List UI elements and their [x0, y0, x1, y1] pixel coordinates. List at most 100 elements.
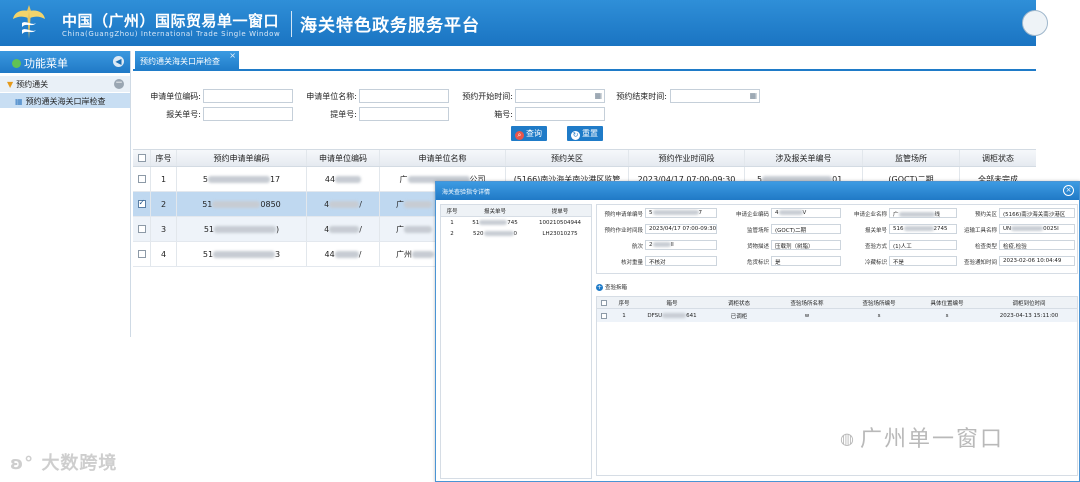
menu-group-booking[interactable]: ▼ 预约通关 −	[0, 76, 130, 92]
decl-value: 516 2745	[889, 224, 957, 234]
row-checkbox[interactable]	[137, 175, 146, 183]
row-unit-code-end: /	[359, 224, 362, 234]
container-no-input[interactable]	[515, 107, 605, 121]
start-time-input[interactable]: ▦	[515, 89, 605, 103]
applicant-code-label: 申请单位编码:	[150, 92, 201, 101]
row-app-code: 51 3	[177, 242, 307, 266]
ent-name-value: 广线	[889, 208, 957, 218]
watermark-right: ◍ 广州单一窗口	[840, 421, 1004, 453]
voyage-start: 2	[649, 242, 653, 248]
check-place-no: s	[877, 312, 881, 319]
declaration-list-header: 序号 报关单号 提单号	[441, 205, 591, 217]
redacted-mask	[212, 200, 261, 208]
user-avatar[interactable]	[1022, 10, 1048, 36]
query-button[interactable]: ⌕ 查询	[511, 126, 547, 141]
redacted-mask	[329, 200, 360, 208]
row-checkbox[interactable]	[137, 250, 146, 258]
method-value: (1)人工	[889, 240, 957, 250]
reset-button-label: 重置	[582, 129, 598, 138]
applicant-name-label: 申请单位名称:	[306, 92, 357, 101]
redacted-mask	[335, 175, 362, 183]
row-no: 2	[151, 192, 177, 216]
check-col-time: 调柜到位时间	[1012, 300, 1046, 307]
start-time-label: 预约开始时间:	[462, 92, 513, 101]
tab-close-icon[interactable]: ×	[229, 51, 236, 60]
inspection-info: 预约申请单编号 57 申请企业编码 4V 申请企业名称 广线 预约关区 (516…	[596, 204, 1078, 274]
redacted-mask	[662, 313, 687, 318]
row-unit-code-end: /	[358, 249, 362, 259]
vehicle-label: 运输工具名称	[963, 228, 997, 234]
select-all-checkbox[interactable]	[137, 154, 146, 162]
list-item[interactable]: 2 520 0 LH23010275	[441, 228, 591, 239]
calendar-icon[interactable]: ▦	[749, 92, 757, 100]
redacted-mask	[404, 225, 432, 233]
collapse-menu-icon[interactable]: ◀	[113, 56, 124, 67]
check-place-name: w	[804, 312, 810, 319]
row-checkbox[interactable]	[601, 312, 607, 319]
col-unit-code: 申请单位编码	[307, 150, 380, 166]
check-time: 2023-04-13 15:11:00	[999, 312, 1059, 319]
close-icon[interactable]: ×	[1063, 185, 1074, 196]
decl-end: 2745	[933, 226, 948, 232]
side-menu: 功能菜单 ◀ ▼ 预约通关 − ▦ 预约通关海关口岸检查	[0, 51, 131, 337]
place-value: (GOCT)二期	[771, 224, 841, 234]
check-col-pos-no: 具体位置编号	[930, 300, 964, 307]
end-time-input[interactable]: ▦	[670, 89, 760, 103]
dialog-header: 海关查验指令详情 ×	[436, 182, 1079, 200]
declaration-no-input[interactable]	[203, 107, 293, 121]
redacted-mask	[207, 175, 270, 183]
applicant-name-input[interactable]	[359, 89, 449, 103]
tab-port-inspection[interactable]: 预约通关海关口岸检查 ×	[135, 51, 239, 71]
voyage-label: 航次	[631, 244, 643, 250]
list-item[interactable]: 1 51 745 100210504944	[441, 217, 591, 228]
redacted-mask	[898, 212, 935, 217]
row-select-cell	[133, 242, 151, 266]
area-value: (5166)南沙海关南沙港区	[999, 208, 1075, 218]
check-table-header: 序号 箱号 调柜状态 查验场所名称 查验场所编号 具体位置编号 调柜到位时间	[597, 297, 1077, 309]
row-checkbox[interactable]	[137, 198, 146, 208]
redacted-mask	[1011, 226, 1044, 231]
redacted-mask	[412, 250, 434, 258]
redacted-mask	[404, 200, 432, 208]
select-all-checkbox[interactable]	[601, 299, 607, 306]
menu-item-label: 预约通关海关口岸检查	[25, 97, 106, 106]
platform-title: 海关特色政务服务平台	[300, 16, 480, 36]
inspection-button[interactable]: + 查验拆箱	[596, 283, 627, 294]
ent-code-end: V	[802, 210, 807, 216]
menu-item-port-inspection[interactable]: ▦ 预约通关海关口岸检查	[0, 93, 130, 108]
redacted-mask	[479, 220, 508, 225]
row-app-code-start: 51	[203, 224, 215, 234]
end-time-label: 预约结束时间:	[616, 92, 667, 101]
ent-code-label: 申请企业编码	[735, 212, 769, 218]
menu-dot-icon	[12, 59, 21, 68]
mini-no: 2	[450, 230, 454, 237]
row-unit-code: 4/	[307, 192, 380, 216]
menu-group-label: 预约通关	[16, 80, 49, 89]
dialog-title: 海关查验指令详情	[442, 189, 491, 196]
ent-code-start: 4	[775, 210, 779, 216]
plus-icon: +	[596, 284, 603, 291]
calendar-icon[interactable]: ▦	[594, 92, 602, 100]
row-select-cell	[133, 167, 151, 191]
col-area: 预约关区	[506, 150, 629, 166]
reset-button[interactable]: ↻ 重置	[567, 126, 603, 141]
weigh-label: 核对重量	[620, 260, 643, 266]
applicant-code-input[interactable]	[203, 89, 293, 103]
app-no-start: 5	[649, 210, 653, 216]
row-checkbox[interactable]	[137, 225, 146, 233]
mini-decl: 520 0	[463, 228, 527, 239]
hazard-label: 危货标识	[746, 260, 769, 266]
ent-name-label: 申请企业名称	[853, 212, 887, 218]
check-select-cell	[597, 297, 611, 308]
row-unit-name-start: 广	[396, 224, 404, 234]
table-row[interactable]: 1 DFSU 641 已调柜 w s s 2023-04-13 15:11:00	[597, 309, 1077, 322]
row-unit-code-start: 44	[324, 174, 336, 184]
bill-no-input[interactable]	[359, 107, 449, 121]
title-divider	[291, 11, 292, 37]
redacted-mask	[652, 242, 671, 247]
row-unit-code: 4/	[307, 217, 380, 241]
check-col-place-name: 查验场所名称	[790, 300, 824, 307]
declaration-no-label: 报关单号:	[166, 110, 201, 119]
search-icon: ⌕	[515, 131, 524, 140]
collapse-group-icon[interactable]: −	[114, 79, 124, 89]
